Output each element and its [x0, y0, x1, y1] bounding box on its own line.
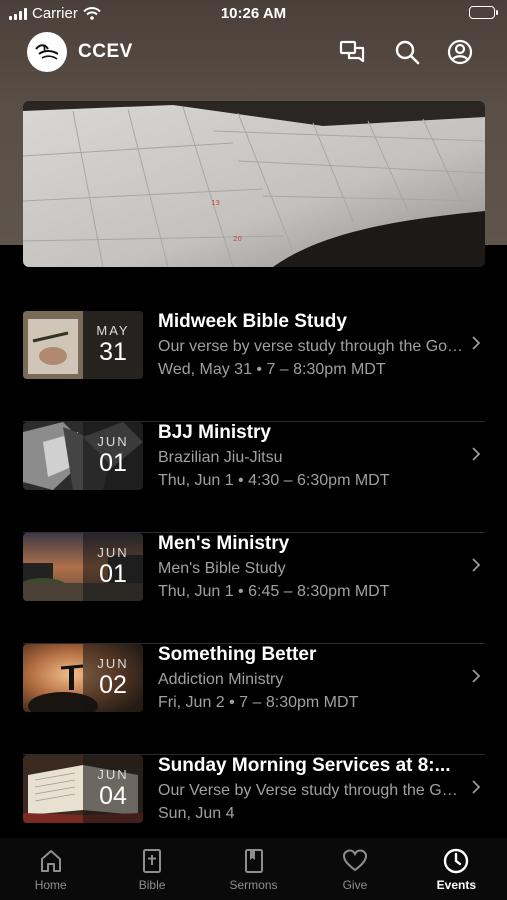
- battery-icon: [469, 6, 498, 19]
- tab-label: Sermons: [229, 878, 278, 892]
- chevron-right-icon: [472, 336, 481, 350]
- sermons-icon: [244, 849, 263, 873]
- event-subtitle: Addiction Ministry: [158, 671, 284, 688]
- date-day: 01: [99, 560, 127, 588]
- app-header: CCEV: [0, 30, 507, 76]
- date-month: JUN: [97, 656, 129, 671]
- tab-give[interactable]: Give: [304, 838, 405, 900]
- event-thumbnail: JUN 01: [23, 533, 143, 601]
- clock-icon: [444, 848, 469, 874]
- event-title: BJJ Ministry: [158, 422, 271, 443]
- chat-icon[interactable]: [338, 38, 366, 66]
- event-subtitle: Our Verse by Verse study through the Gos…: [158, 782, 464, 799]
- tab-events[interactable]: Events: [406, 838, 507, 900]
- date-badge: JUN 04: [83, 755, 143, 823]
- tab-label: Home: [34, 878, 67, 892]
- event-subtitle: Brazilian Jiu-Jitsu: [158, 449, 283, 466]
- bible-icon: [143, 849, 162, 873]
- date-badge: MAY 31: [83, 311, 143, 379]
- date-day: 02: [99, 671, 127, 699]
- event-time: Wed, May 31 • 7 – 8:30pm MDT: [158, 361, 386, 378]
- app-title: CCEV: [78, 41, 133, 62]
- event-subtitle: Men's Bible Study: [158, 560, 286, 577]
- event-thumbnail: MAY 31: [23, 311, 143, 379]
- ccev-logo-icon[interactable]: [27, 32, 67, 72]
- event-thumbnail: JUN 01: [23, 422, 143, 490]
- date-day: 04: [99, 782, 127, 810]
- tab-bar: Home Bible Sermons Give Events: [0, 838, 507, 900]
- tab-sermons[interactable]: Sermons: [203, 838, 304, 900]
- chevron-right-icon: [472, 558, 481, 572]
- date-month: JUN: [97, 767, 129, 782]
- event-time: Thu, Jun 1 • 4:30 – 6:30pm MDT: [158, 472, 390, 489]
- chevron-right-icon: [472, 669, 481, 683]
- date-day: 31: [99, 338, 127, 366]
- event-title: Something Better: [158, 644, 317, 665]
- tab-bible[interactable]: Bible: [101, 838, 202, 900]
- date-month: MAY: [96, 323, 130, 338]
- home-icon: [40, 850, 61, 872]
- event-title: Midweek Bible Study: [158, 311, 347, 332]
- hero-image[interactable]: 13 20: [23, 101, 485, 267]
- date-month: JUN: [97, 434, 129, 449]
- date-badge: JUN 01: [83, 422, 143, 490]
- event-thumbnail: JUN 04: [23, 755, 143, 823]
- tab-label: Events: [436, 878, 476, 892]
- date-badge: JUN 02: [83, 644, 143, 712]
- svg-text:13: 13: [211, 199, 220, 207]
- tab-label: Bible: [138, 878, 166, 892]
- status-bar: Carrier 10:26 AM: [0, 0, 507, 30]
- event-row[interactable]: JUN 01 BJJ Ministry Brazilian Jiu-Jitsu …: [23, 422, 485, 533]
- profile-icon[interactable]: [446, 38, 474, 66]
- heart-icon: [342, 849, 367, 872]
- status-time: 10:26 AM: [220, 5, 287, 22]
- date-month: JUN: [97, 545, 129, 560]
- event-row[interactable]: MAY 31 Midweek Bible Study Our verse by …: [23, 311, 485, 422]
- event-title: Sunday Morning Services at 8:...: [158, 755, 451, 776]
- tab-label: Give: [342, 878, 368, 892]
- event-title: Men's Ministry: [158, 533, 290, 554]
- event-subtitle: Our verse by verse study through the Gos…: [158, 338, 464, 355]
- event-row[interactable]: JUN 02 Something Better Addiction Minist…: [23, 644, 485, 755]
- chevron-right-icon: [472, 780, 481, 794]
- tab-home[interactable]: Home: [0, 838, 101, 900]
- date-day: 01: [99, 449, 127, 477]
- event-thumbnail: JUN 02: [23, 644, 143, 712]
- events-list: MAY 31 Midweek Bible Study Our verse by …: [23, 311, 485, 866]
- chevron-right-icon: [472, 447, 481, 461]
- date-badge: JUN 01: [83, 533, 143, 601]
- event-time: Thu, Jun 1 • 6:45 – 8:30pm MDT: [158, 583, 390, 600]
- event-time: Fri, Jun 2 • 7 – 8:30pm MDT: [158, 694, 359, 711]
- event-row[interactable]: JUN 01 Men's Ministry Men's Bible Study …: [23, 533, 485, 644]
- svg-text:20: 20: [233, 235, 242, 243]
- event-time: Sun, Jun 4: [158, 805, 235, 822]
- search-icon[interactable]: [393, 38, 421, 66]
